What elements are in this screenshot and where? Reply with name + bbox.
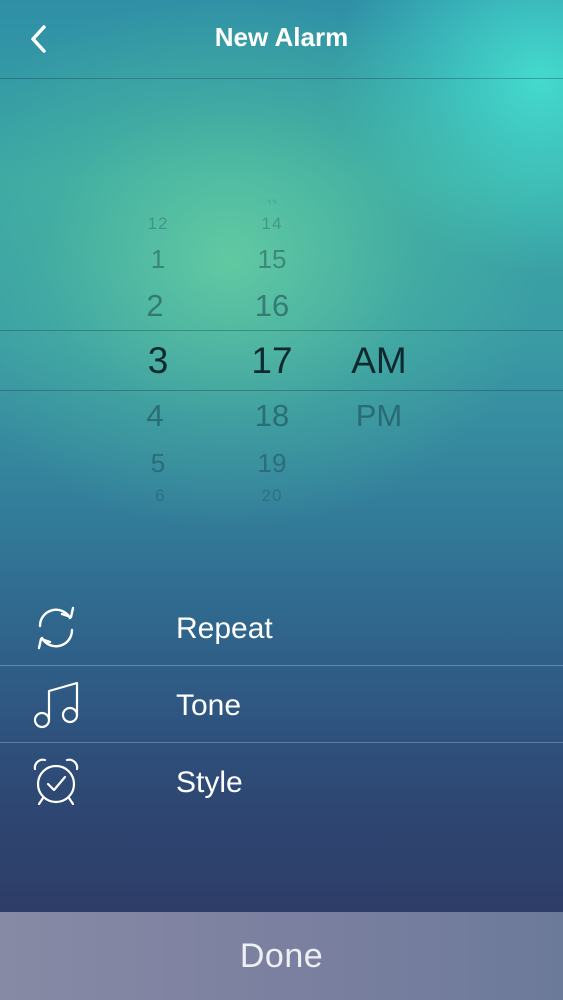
repeat-icon [37, 606, 75, 650]
minute-option[interactable]: 18 [232, 398, 312, 434]
music-note-icon [33, 681, 79, 729]
header-bar: New Alarm [0, 0, 563, 79]
selection-top-line [0, 330, 563, 331]
repeat-row[interactable]: Repeat [0, 590, 563, 667]
done-label: Done [239, 936, 324, 975]
repeat-label: Repeat [176, 612, 273, 645]
minute-option[interactable]: 15 [232, 244, 312, 275]
minute-option-selected[interactable]: 17 [232, 340, 312, 382]
divider [0, 742, 563, 743]
hour-option[interactable]: 2 [115, 288, 195, 324]
minute-option[interactable]: 16 [232, 288, 312, 324]
divider [0, 665, 563, 666]
time-picker[interactable]: 12 1 2 3 4 5 6 13 14 15 16 17 18 19 20 A… [0, 190, 563, 520]
period-option-selected[interactable]: AM [334, 340, 424, 382]
minute-option[interactable]: 13 [232, 198, 312, 204]
done-button[interactable]: Done [0, 912, 563, 1000]
tone-row[interactable]: Tone [0, 667, 563, 744]
style-label: Style [176, 766, 243, 799]
hour-option[interactable]: 5 [118, 448, 198, 479]
hour-option[interactable]: 12 [118, 214, 198, 234]
alarm-clock-icon [33, 758, 79, 806]
style-row[interactable]: Style [0, 744, 563, 821]
hour-option[interactable]: 4 [115, 398, 195, 434]
selection-bottom-line [0, 390, 563, 391]
minute-option[interactable]: 19 [232, 448, 312, 479]
page-title: New Alarm [214, 22, 349, 52]
tone-label: Tone [176, 689, 242, 722]
minute-option[interactable]: 20 [232, 486, 312, 506]
hour-option-selected[interactable]: 3 [118, 340, 198, 382]
alarm-screen: New Alarm 12 1 2 3 4 5 6 13 14 15 16 17 … [0, 0, 563, 1000]
hour-option[interactable]: 1 [118, 244, 198, 275]
minute-option[interactable]: 14 [232, 214, 312, 234]
hour-option[interactable]: 6 [120, 486, 200, 506]
period-option[interactable]: PM [334, 398, 424, 434]
